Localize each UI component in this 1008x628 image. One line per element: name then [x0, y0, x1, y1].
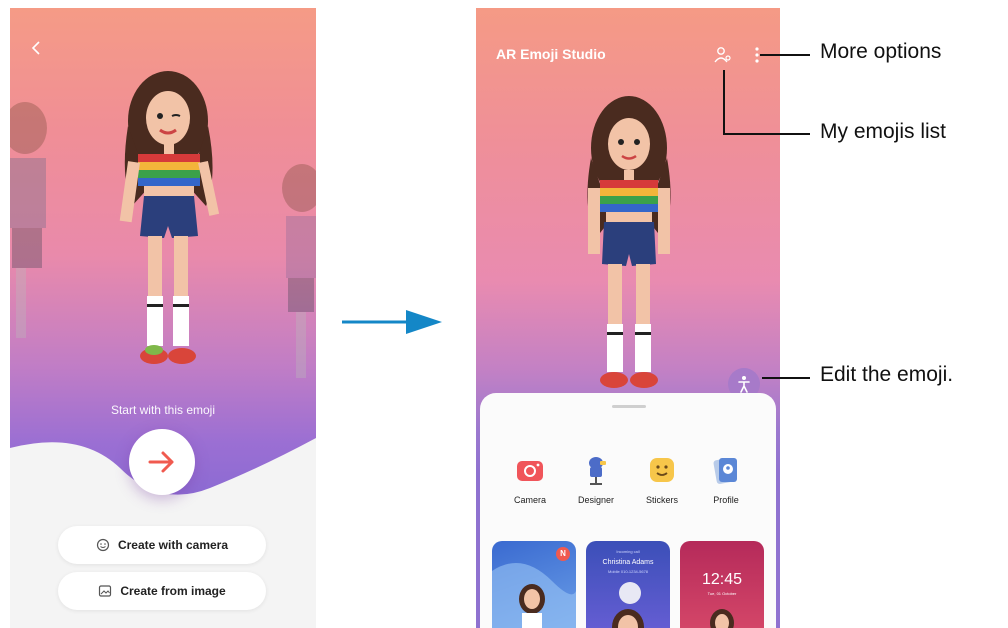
my-emojis-callout-line	[723, 133, 810, 135]
camera-icon	[513, 453, 547, 487]
sticker-preview-card[interactable]: N	[492, 541, 576, 628]
emoji-avatar	[119, 71, 220, 364]
image-icon	[99, 585, 112, 597]
edit-emoji-callout-line	[762, 377, 810, 379]
chevron-left-icon	[31, 41, 40, 55]
side-avatar-left	[10, 102, 47, 338]
start-arrow-button[interactable]	[129, 429, 195, 495]
my-emojis-callout-vertical	[723, 70, 725, 134]
call-screen-preview-card[interactable]: Incoming call Christina Adams Mobile 010…	[586, 541, 670, 628]
create-with-camera-label: Create with camera	[117, 538, 229, 552]
profile-menu-item[interactable]: Profile	[696, 453, 756, 505]
stickers-icon	[645, 453, 679, 487]
new-badge: N	[556, 547, 570, 561]
bottom-sheet: Camera Designer Stickers Profile N Incom…	[480, 393, 776, 628]
back-button[interactable]	[26, 36, 46, 60]
stickers-menu-item[interactable]: Stickers	[632, 453, 692, 505]
call-small-text: Incoming call	[616, 549, 640, 554]
my-emojis-button[interactable]	[712, 44, 734, 66]
profile-icon	[709, 453, 743, 487]
my-emojis-callout: My emojis list	[820, 120, 947, 143]
more-options-callout-line	[760, 54, 810, 56]
ar-emoji-studio-screen: AR Emoji Studio Camera Designer Stickers…	[476, 8, 780, 628]
lock-screen-preview-card[interactable]: 12:45 Tue, 01 October	[680, 541, 764, 628]
call-avatar-image	[612, 582, 644, 628]
stickers-label: Stickers	[645, 495, 678, 505]
app-title: AR Emoji Studio	[496, 46, 606, 62]
edit-emoji-callout: Edit the emoji.	[820, 363, 954, 386]
designer-label: Designer	[577, 495, 615, 505]
side-avatar-right	[282, 164, 316, 378]
create-with-camera-button[interactable]: Create with camera	[58, 526, 266, 564]
create-from-image-label: Create from image	[120, 584, 226, 598]
face-icon	[96, 538, 110, 552]
more-options-callout: More options	[820, 40, 942, 63]
person-icon	[714, 47, 731, 63]
camera-menu-item[interactable]: Camera	[500, 453, 560, 505]
designer-menu-item[interactable]: Designer	[566, 453, 626, 505]
lock-date: Tue, 01 October	[707, 591, 737, 596]
profile-label: Profile	[713, 495, 739, 505]
sheet-handle[interactable]	[612, 405, 646, 408]
emoji-avatar	[587, 96, 671, 388]
designer-icon	[579, 453, 613, 487]
camera-label: Camera	[513, 495, 546, 505]
contact-name: Christina Adams	[602, 559, 654, 566]
flow-arrow-icon	[342, 310, 442, 334]
arrow-right-icon	[148, 451, 174, 473]
contact-sub: Mobile 010-1234-5678	[607, 569, 649, 574]
figure-icon	[738, 376, 750, 393]
avatar-creation-screen: Start with this emoji Create with camera…	[10, 8, 316, 628]
lock-time: 12:45	[701, 571, 743, 588]
create-from-image-button[interactable]: Create from image	[58, 572, 266, 610]
lock-avatar-image	[710, 609, 734, 628]
